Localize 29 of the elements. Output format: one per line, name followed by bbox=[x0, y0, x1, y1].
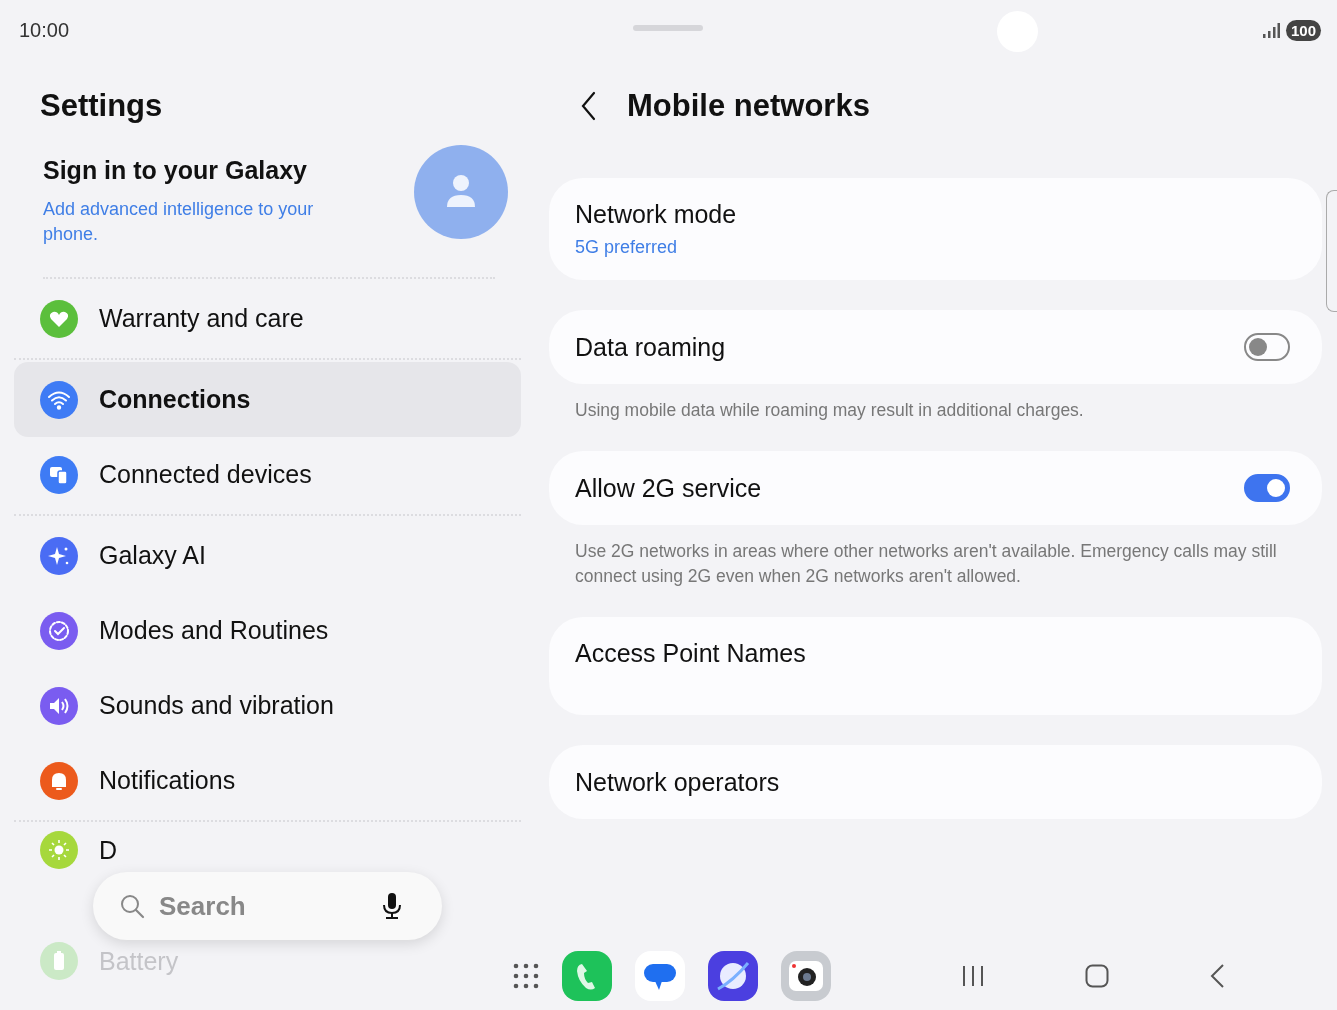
battery-level: 100 bbox=[1285, 19, 1321, 41]
settings-item[interactable]: Connections bbox=[14, 362, 521, 437]
setting-title: Network operators bbox=[575, 767, 780, 797]
setting-title: Data roaming bbox=[575, 332, 727, 362]
setting-title: Access Point Names bbox=[575, 639, 806, 668]
setting-card[interactable]: Network operators bbox=[549, 745, 1322, 819]
setting-card[interactable]: Allow 2G service bbox=[549, 451, 1322, 525]
settings-item[interactable]: Galaxy AI bbox=[14, 518, 521, 593]
settings-item[interactable]: Sounds and vibration bbox=[14, 668, 521, 743]
account-title[interactable]: Sign in to your Galaxy bbox=[43, 156, 414, 185]
setting-card[interactable]: Data roaming bbox=[549, 310, 1322, 384]
settings-title: Settings bbox=[40, 88, 164, 124]
settings-item[interactable]: Connected devices bbox=[14, 437, 521, 512]
setting-title: Network mode bbox=[575, 200, 737, 229]
setting-value: 5G preferred bbox=[575, 237, 679, 258]
setting-title: Allow 2G service bbox=[575, 473, 763, 503]
status-time: 10:00 bbox=[19, 18, 70, 42]
setting-card[interactable]: Network mode 5G preferred bbox=[549, 178, 1322, 280]
setting-note: Use 2G networks in areas where other networks aren't available. Emergency calls may still connect using 2G even when 2G networks aren't allowed. bbox=[574, 540, 1278, 588]
setting-note: Using mobile data while roaming may result in additional charges. bbox=[574, 399, 1085, 422]
settings-item[interactable]: Notifications bbox=[14, 743, 521, 818]
settings-item[interactable]: Modes and Routines bbox=[14, 593, 521, 668]
settings-item[interactable]: Warranty and care bbox=[14, 281, 521, 356]
settings-item[interactable]: D bbox=[14, 828, 521, 872]
page-title: Mobile networks bbox=[627, 88, 870, 124]
account-subtitle[interactable]: Add advanced intelligence to your phone. bbox=[43, 197, 343, 247]
search-input[interactable]: Search bbox=[157, 889, 370, 923]
search-bar[interactable]: Search bbox=[93, 872, 442, 940]
setting-card[interactable]: Access Point Names bbox=[549, 617, 1322, 715]
